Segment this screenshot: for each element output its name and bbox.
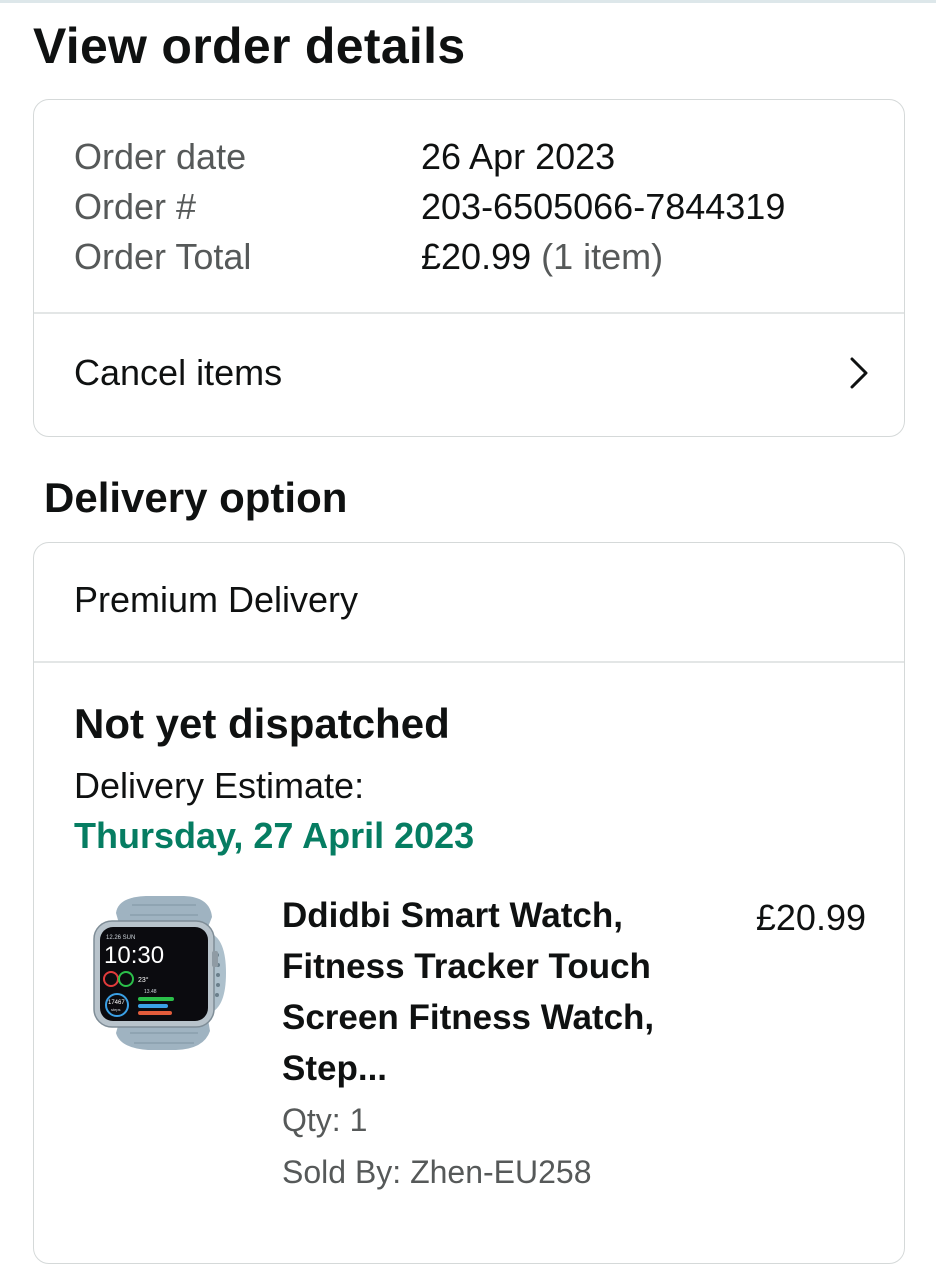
product-price: £20.99: [755, 897, 866, 938]
delivery-estimate-label: Delivery Estimate:: [74, 765, 365, 806]
cancel-items-label: Cancel items: [74, 352, 283, 393]
product-title-link[interactable]: Ddidbi Smart Watch, Fitness Tracker Touc…: [282, 890, 682, 1094]
order-date-value: 26 Apr 2023: [421, 136, 616, 177]
order-total-label: Order Total: [74, 236, 252, 277]
order-number-label: Order #: [74, 186, 197, 227]
product-quantity: Qty: 1: [282, 1102, 368, 1138]
delivery-divider: [34, 661, 904, 663]
order-date-label: Order date: [74, 136, 247, 177]
watch-face-date: 12.26 SUN: [106, 935, 135, 941]
delivery-option-name: Premium Delivery: [74, 579, 359, 620]
page-title: View order details: [33, 18, 466, 74]
watch-face-sub: 13.48: [144, 989, 157, 995]
top-divider: [0, 0, 936, 3]
watch-face-steps: 17467: [108, 1000, 125, 1006]
watch-face-time: 10:30: [104, 942, 164, 969]
delivery-estimate-date: Thursday, 27 April 2023: [74, 815, 475, 856]
cancel-items-button[interactable]: Cancel items: [34, 314, 904, 436]
watch-face-steps-unit: steps: [111, 1007, 121, 1012]
order-number-value: 203-6505066-7844319: [421, 186, 786, 227]
order-item-count: (1 item): [541, 236, 664, 277]
product-seller: Sold By: Zhen-EU258: [282, 1154, 592, 1190]
order-total-amount: £20.99: [421, 236, 532, 277]
delivery-card: Premium Delivery Not yet dispatched Deli…: [33, 542, 905, 1264]
shipment-status: Not yet dispatched: [74, 700, 450, 747]
order-summary-card: Order date 26 Apr 2023 Order # 203-65050…: [33, 99, 905, 437]
delivery-section-title: Delivery option: [44, 474, 348, 521]
smartwatch-image[interactable]: 12.26 SUN 10:30 23° 13.48 17467 steps: [86, 893, 231, 1053]
chevron-right-icon: [850, 357, 868, 389]
watch-face-temp: 23°: [138, 976, 149, 984]
order-total-value: £20.99 (1 item): [421, 232, 663, 282]
